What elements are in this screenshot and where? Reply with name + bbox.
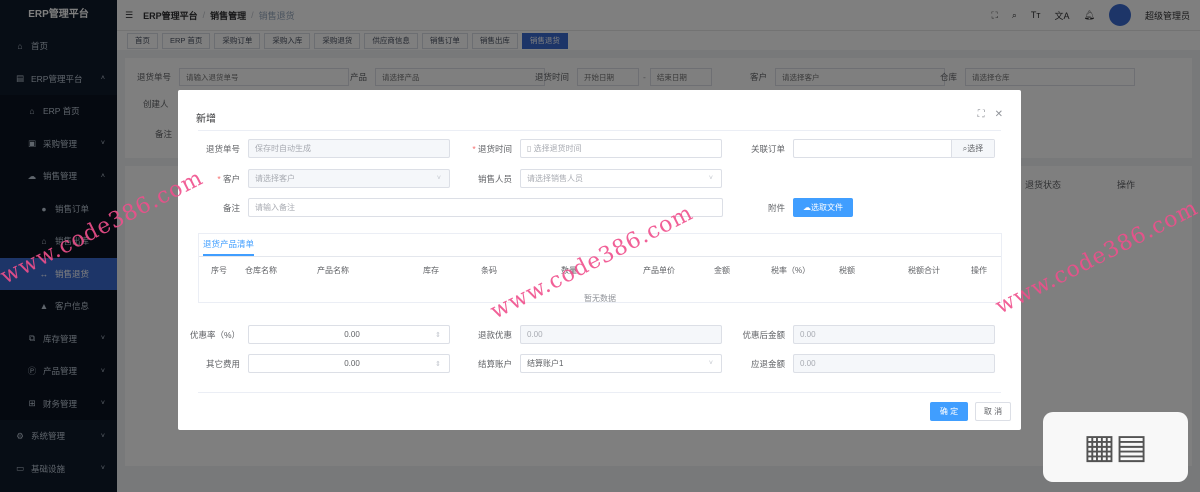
account-select[interactable]: 结算账户1 ˅	[520, 354, 722, 373]
order-field[interactable]: ⌕ 选择	[793, 139, 995, 158]
stepper-icon: ⇕	[435, 331, 441, 339]
return-no-field: 保存时自动生成	[248, 139, 450, 158]
label: 优惠率（%）	[189, 329, 240, 340]
customer-select[interactable]: 请选择客户 ˅	[248, 169, 450, 188]
empty-text: 暂无数据	[584, 294, 616, 303]
confirm-button[interactable]: 确 定	[930, 402, 968, 421]
return-time-picker[interactable]: ▯ 选择退货时间	[520, 139, 722, 158]
refund-discount-field: 0.00	[520, 325, 722, 344]
tab-return-products[interactable]: 退货产品清单	[203, 238, 255, 256]
cancel-button[interactable]: 取 消	[975, 402, 1011, 421]
label: 结算账户	[477, 358, 512, 369]
choose-file-button[interactable]: ☁ 选取文件	[793, 198, 853, 217]
label: 退款优惠	[477, 329, 512, 340]
label: 附件	[767, 202, 785, 213]
other-fee-input[interactable]: 0.00 ⇕	[248, 354, 450, 373]
column-header: 产品单价	[643, 266, 675, 275]
label: 退货时间	[477, 143, 512, 154]
label: 客户	[222, 173, 240, 184]
column-header: 产品名称	[317, 266, 349, 275]
column-header: 库存	[423, 266, 439, 275]
label: 其它费用	[205, 358, 240, 369]
chevron-down-icon: ˅	[708, 175, 713, 182]
discount-rate-input[interactable]: 0.00 ⇕	[248, 325, 450, 344]
select-order-button[interactable]: ⌕ 选择	[951, 140, 994, 157]
column-header: 条码	[481, 266, 497, 275]
after-discount-field: 0.00	[793, 325, 995, 344]
label: 应退金额	[750, 358, 785, 369]
label: 备注	[222, 202, 240, 213]
column-header: 税额	[839, 266, 855, 275]
stepper-icon: ⇕	[435, 360, 441, 368]
label: 销售人员	[477, 173, 512, 184]
column-header: 仓库名称	[245, 266, 277, 275]
upload-cloud-icon: ☁	[803, 203, 811, 212]
payable-field: 0.00	[793, 354, 995, 373]
column-header: 操作	[971, 266, 987, 275]
column-header: 序号	[211, 266, 227, 275]
dialog-title: 新增	[196, 114, 216, 125]
maximize-icon[interactable]: ⛶	[978, 109, 985, 120]
calendar-icon: ▯	[527, 144, 534, 153]
column-header: 税率（%）	[771, 266, 811, 275]
close-icon[interactable]: ✕	[995, 109, 1003, 120]
sales-person-select[interactable]: 请选择销售人员 ˅	[520, 169, 722, 188]
label: 关联订单	[750, 143, 785, 154]
label: 退货单号	[205, 143, 240, 154]
chevron-down-icon: ˅	[436, 175, 441, 182]
remark-textarea[interactable]: 请输入备注	[248, 198, 723, 217]
xianyu-badge-logo: ▦▤	[1043, 412, 1188, 482]
label: 优惠后金额	[742, 329, 785, 340]
column-header: 金额	[714, 266, 730, 275]
column-header: 税额合计	[908, 266, 940, 275]
chevron-down-icon: ˅	[708, 360, 713, 367]
